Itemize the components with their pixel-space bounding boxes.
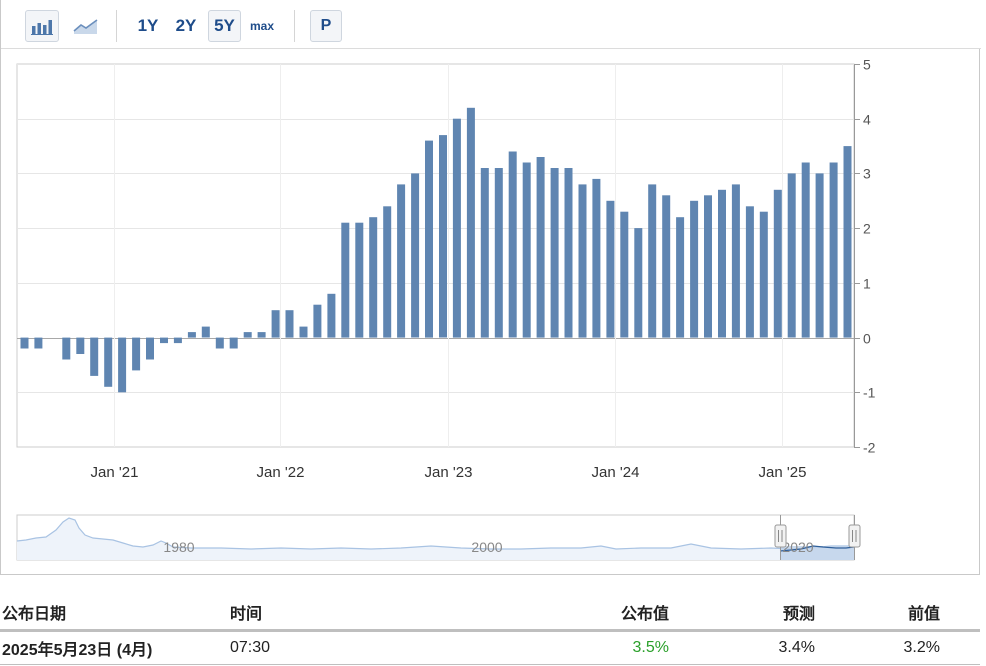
table-header-row: 公布日期 时间 公布值 预测 前值 — [0, 596, 980, 632]
x-tick-label: Jan '24 — [592, 464, 640, 481]
data-bar[interactable] — [536, 157, 545, 338]
data-bar[interactable] — [62, 337, 71, 360]
y-tick-label: 3 — [863, 166, 871, 182]
data-bar[interactable] — [634, 228, 643, 338]
x-tick-label: Jan '21 — [91, 464, 139, 481]
data-bar[interactable] — [759, 211, 768, 338]
data-bar[interactable] — [146, 337, 154, 360]
y-tick-label: 2 — [863, 221, 871, 237]
data-bar[interactable] — [690, 200, 699, 338]
data-bar[interactable] — [718, 189, 726, 338]
data-bar[interactable] — [466, 107, 475, 338]
plot-area — [16, 63, 855, 448]
navigator-handle[interactable] — [848, 524, 861, 548]
release-table: 公布日期 时间 公布值 预测 前值 2025年5月23日 (4月) 07:30 … — [0, 596, 980, 665]
y-tick-label: -1 — [863, 385, 876, 401]
data-bar[interactable] — [201, 326, 210, 338]
data-bar[interactable] — [815, 173, 824, 338]
data-bar[interactable] — [299, 326, 308, 338]
data-bar[interactable] — [480, 168, 489, 338]
data-bar[interactable] — [257, 332, 266, 338]
cell-date: 2025年5月23日 (4月) — [0, 630, 228, 665]
data-bar[interactable] — [313, 304, 322, 338]
data-bar[interactable] — [745, 206, 754, 338]
data-bar[interactable] — [425, 140, 433, 338]
y-tick-label: 5 — [863, 57, 871, 73]
data-bar[interactable] — [662, 195, 671, 338]
data-bar[interactable] — [285, 310, 294, 338]
data-bar[interactable] — [341, 222, 350, 338]
data-bar[interactable] — [104, 337, 113, 387]
data-bar[interactable] — [522, 162, 531, 338]
data-bar[interactable] — [187, 332, 196, 338]
data-bar[interactable] — [787, 173, 796, 338]
header-actual: 公布值 — [553, 596, 675, 632]
data-bar[interactable] — [215, 337, 224, 349]
data-bar[interactable] — [606, 200, 615, 338]
data-bar[interactable] — [132, 337, 141, 371]
data-bar[interactable] — [550, 168, 559, 338]
table-row: 2025年5月23日 (4月) 07:30 3.5% 3.4% 3.2% — [0, 630, 980, 665]
data-bar[interactable] — [383, 206, 392, 338]
navigator-label: 2000 — [471, 539, 502, 555]
navigator-label: 1980 — [163, 539, 194, 555]
data-bar[interactable] — [578, 184, 587, 338]
y-tick-label: 4 — [863, 112, 871, 128]
data-bar[interactable] — [773, 189, 782, 338]
data-bar[interactable] — [564, 168, 573, 338]
data-bar[interactable] — [243, 332, 252, 338]
data-bar[interactable] — [843, 146, 852, 338]
cell-forecast: 3.4% — [675, 630, 815, 665]
data-bar[interactable] — [620, 211, 629, 338]
data-bar[interactable] — [704, 195, 712, 338]
data-bar[interactable] — [118, 337, 127, 393]
y-tick-label: 1 — [863, 276, 871, 292]
data-bar[interactable] — [369, 217, 378, 338]
header-time: 时间 — [228, 596, 553, 632]
data-bar[interactable] — [271, 310, 280, 338]
data-bar[interactable] — [439, 135, 447, 338]
data-bar[interactable] — [508, 151, 517, 338]
data-bar[interactable] — [34, 337, 43, 349]
data-bar[interactable] — [327, 293, 336, 338]
bar-chart: -2 -1 0 1 2 3 4 5 Jan '21 Jan '22 Jan '23 Jan '24 Ja… — [16, 57, 876, 561]
data-bar[interactable] — [676, 217, 685, 338]
cell-actual: 3.5% — [553, 630, 675, 665]
data-bar[interactable] — [592, 178, 601, 338]
x-tick-label: Jan '23 — [425, 464, 473, 481]
navigator-label: 2020 — [782, 539, 813, 555]
data-bar[interactable] — [801, 162, 810, 338]
header-previous: 前值 — [815, 596, 980, 632]
data-bar[interactable] — [20, 337, 29, 349]
data-bar[interactable] — [452, 118, 461, 338]
cell-time: 07:30 — [228, 630, 553, 665]
data-bar[interactable] — [229, 337, 238, 349]
data-bar[interactable] — [648, 184, 657, 338]
data-bar[interactable] — [355, 222, 364, 338]
data-bar[interactable] — [173, 337, 182, 344]
data-bar[interactable] — [90, 337, 99, 376]
data-bar[interactable] — [411, 173, 420, 338]
navigator-handle[interactable] — [774, 524, 787, 548]
x-tick-label: Jan '22 — [257, 464, 305, 481]
x-tick-label: Jan '25 — [759, 464, 807, 481]
y-tick-label: 0 — [863, 331, 871, 347]
chart-widget: 1Y 2Y 5Y max P -2 -1 0 1 2 3 4 5 Jan '21 Jan '22 J… — [0, 0, 981, 575]
data-bar[interactable] — [829, 162, 838, 338]
data-bar[interactable] — [731, 184, 740, 338]
data-bar[interactable] — [76, 337, 85, 354]
data-bar[interactable] — [494, 168, 503, 338]
header-forecast: 预测 — [675, 596, 815, 632]
data-bar[interactable] — [160, 337, 168, 344]
header-date: 公布日期 — [0, 596, 228, 632]
y-tick-label: -2 — [863, 440, 876, 456]
data-bar[interactable] — [397, 184, 406, 338]
cell-previous: 3.2% — [815, 630, 980, 665]
